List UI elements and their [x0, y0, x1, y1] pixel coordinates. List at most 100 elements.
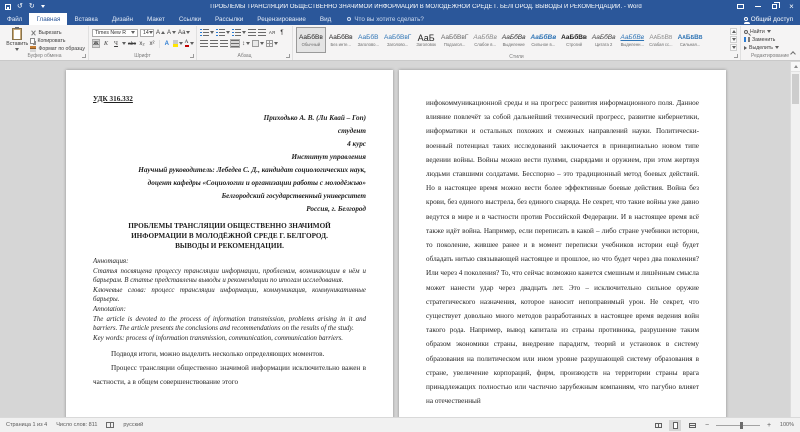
style-name: Заголово... — [386, 41, 409, 47]
vertical-scrollbar[interactable] — [790, 62, 800, 417]
underline-button[interactable]: Ч — [112, 39, 120, 48]
align-center-button[interactable] — [210, 39, 218, 48]
page-2[interactable]: инфокоммуникационной среды и на прогресс… — [399, 70, 726, 417]
style-chip[interactable]: АаБбВв Цитата 2 — [590, 27, 618, 53]
style-preview: АаБбВвГ — [441, 33, 469, 41]
tab-home[interactable]: Главная — [29, 13, 68, 25]
style-chip[interactable]: АаБбВв Строгий — [559, 27, 589, 53]
line-spacing-button[interactable]: ↕ — [242, 39, 250, 48]
align-left-button[interactable] — [200, 39, 208, 48]
subscript-button[interactable]: x₂ — [138, 39, 146, 48]
window-title: ПРОБЛЕМЫ ТРАНСЛЯЦИИ ОБЩЕСТВЕННО ЗНАЧИМОЙ… — [210, 3, 642, 10]
tab-view[interactable]: Вид — [313, 13, 338, 25]
multilevel-list-button[interactable] — [232, 28, 246, 37]
tab-design[interactable]: Дизайн — [105, 13, 140, 25]
styles-scroll-up-icon[interactable] — [730, 28, 737, 35]
word-count[interactable]: Число слов: 811 — [56, 422, 97, 428]
copy-button[interactable]: Копировать — [30, 37, 85, 44]
find-button[interactable]: Найти — [744, 28, 779, 35]
grow-font-button[interactable]: А — [156, 28, 166, 37]
minimize-icon[interactable] — [749, 0, 766, 13]
style-chip[interactable]: АаБбВвГ Заголово... — [382, 27, 413, 53]
style-chip[interactable]: АаБ Заголовок — [414, 27, 438, 53]
style-chip[interactable]: АаБбВв Сильное в... — [529, 27, 559, 53]
change-case-button[interactable]: Аа — [178, 28, 191, 37]
ribbon-display-options-icon[interactable] — [732, 0, 749, 13]
italic-button[interactable]: К — [102, 39, 110, 48]
replace-button[interactable]: Заменить — [744, 36, 779, 43]
tab-file[interactable]: Файл — [0, 13, 29, 25]
style-preview: АаБбВв — [561, 33, 587, 41]
tab-layout[interactable]: Макет — [140, 13, 172, 25]
justify-button[interactable] — [230, 39, 240, 48]
web-layout-button[interactable] — [686, 420, 698, 431]
style-chip[interactable]: АаБбВвГ Подзагол... — [439, 27, 470, 53]
zoom-out-button[interactable]: − — [703, 422, 711, 429]
style-chip[interactable]: АаБбВв Слабое в... — [471, 27, 499, 53]
share-button[interactable]: Общий доступ — [743, 13, 800, 25]
zoom-in-button[interactable]: + — [765, 422, 773, 429]
show-marks-button[interactable]: ¶ — [278, 28, 286, 37]
superscript-button[interactable]: x² — [148, 39, 156, 48]
paste-button[interactable]: Вставить — [4, 27, 30, 52]
save-icon[interactable] — [5, 3, 11, 10]
format-painter-button[interactable]: Формат по образцу — [30, 45, 85, 52]
customize-qat-icon[interactable] — [40, 5, 45, 8]
scrollbar-thumb[interactable] — [792, 74, 799, 104]
align-right-button[interactable] — [220, 39, 228, 48]
person-icon — [743, 17, 750, 24]
tab-references[interactable]: Ссылки — [172, 13, 208, 25]
page-1[interactable]: УДК 316.332 Приходько А. В. (Ли Квай – Г… — [66, 70, 393, 417]
select-button[interactable]: Выделить — [744, 44, 779, 51]
page-indicator[interactable]: Страница 1 из 4 — [6, 422, 47, 428]
zoom-slider-thumb[interactable] — [740, 421, 744, 429]
close-icon[interactable]: × — [783, 0, 800, 13]
decrease-indent-button[interactable] — [248, 28, 256, 37]
shrink-font-button[interactable]: А — [167, 28, 177, 37]
tab-review[interactable]: Рецензирование — [250, 13, 313, 25]
font-size-combo[interactable]: 14 — [140, 28, 154, 37]
borders-button[interactable] — [266, 39, 278, 48]
style-chip[interactable]: АаБбВв Выделенн... — [618, 27, 646, 53]
font-family-combo[interactable]: Times New R — [92, 28, 138, 37]
increase-indent-button[interactable] — [258, 28, 266, 37]
style-preview: АаБбВв — [299, 33, 323, 41]
dropdown-icon — [148, 31, 153, 34]
increase-indent-icon — [258, 29, 266, 36]
highlight-button[interactable] — [172, 39, 183, 48]
proofing-icon[interactable] — [106, 422, 115, 428]
dialog-launcher-icon[interactable] — [734, 54, 738, 58]
strikethrough-button[interactable]: abc — [128, 39, 136, 48]
style-chip[interactable]: АаБбВ Заголово... — [356, 27, 381, 53]
bold-button[interactable]: Ж — [92, 39, 100, 48]
styles-more-icon[interactable] — [730, 44, 737, 51]
read-mode-button[interactable] — [652, 420, 664, 431]
font-color-button[interactable]: А — [184, 39, 194, 48]
dialog-launcher-icon[interactable] — [82, 54, 86, 58]
undo-icon[interactable]: ↺ — [17, 3, 23, 10]
cut-button[interactable]: Вырезать — [30, 29, 85, 36]
text-effects-button[interactable]: А — [163, 39, 171, 48]
style-chip[interactable]: АаБбВв Сильная... — [676, 27, 705, 53]
style-chip[interactable]: АаБбВв Выделение — [500, 27, 528, 53]
language-indicator[interactable]: русский — [123, 422, 143, 428]
bullets-button[interactable] — [200, 28, 214, 37]
zoom-slider[interactable] — [716, 421, 760, 429]
style-chip[interactable]: АаБбВв Без инте... — [327, 27, 355, 53]
dialog-launcher-icon[interactable] — [190, 54, 194, 58]
print-layout-button[interactable] — [669, 419, 681, 431]
dialog-launcher-icon[interactable] — [286, 54, 290, 58]
style-chip[interactable]: АаБбВв Слабая сс... — [647, 27, 675, 53]
zoom-level[interactable]: 100% — [778, 422, 794, 428]
style-chip[interactable]: АаБбВв Обычный — [296, 27, 326, 53]
tab-insert[interactable]: Вставка — [67, 13, 104, 25]
tab-mailings[interactable]: Рассылки — [208, 13, 250, 25]
sort-button[interactable]: АЯ — [268, 28, 276, 37]
restore-icon[interactable] — [766, 0, 783, 13]
shading-button[interactable] — [252, 39, 264, 48]
tell-me-box[interactable]: Что вы хотите сделать? — [347, 13, 424, 25]
numbering-button[interactable] — [216, 28, 230, 37]
redo-icon[interactable]: ↻ — [29, 3, 35, 10]
scroll-up-icon[interactable] — [791, 62, 800, 72]
styles-scroll-down-icon[interactable] — [730, 36, 737, 43]
